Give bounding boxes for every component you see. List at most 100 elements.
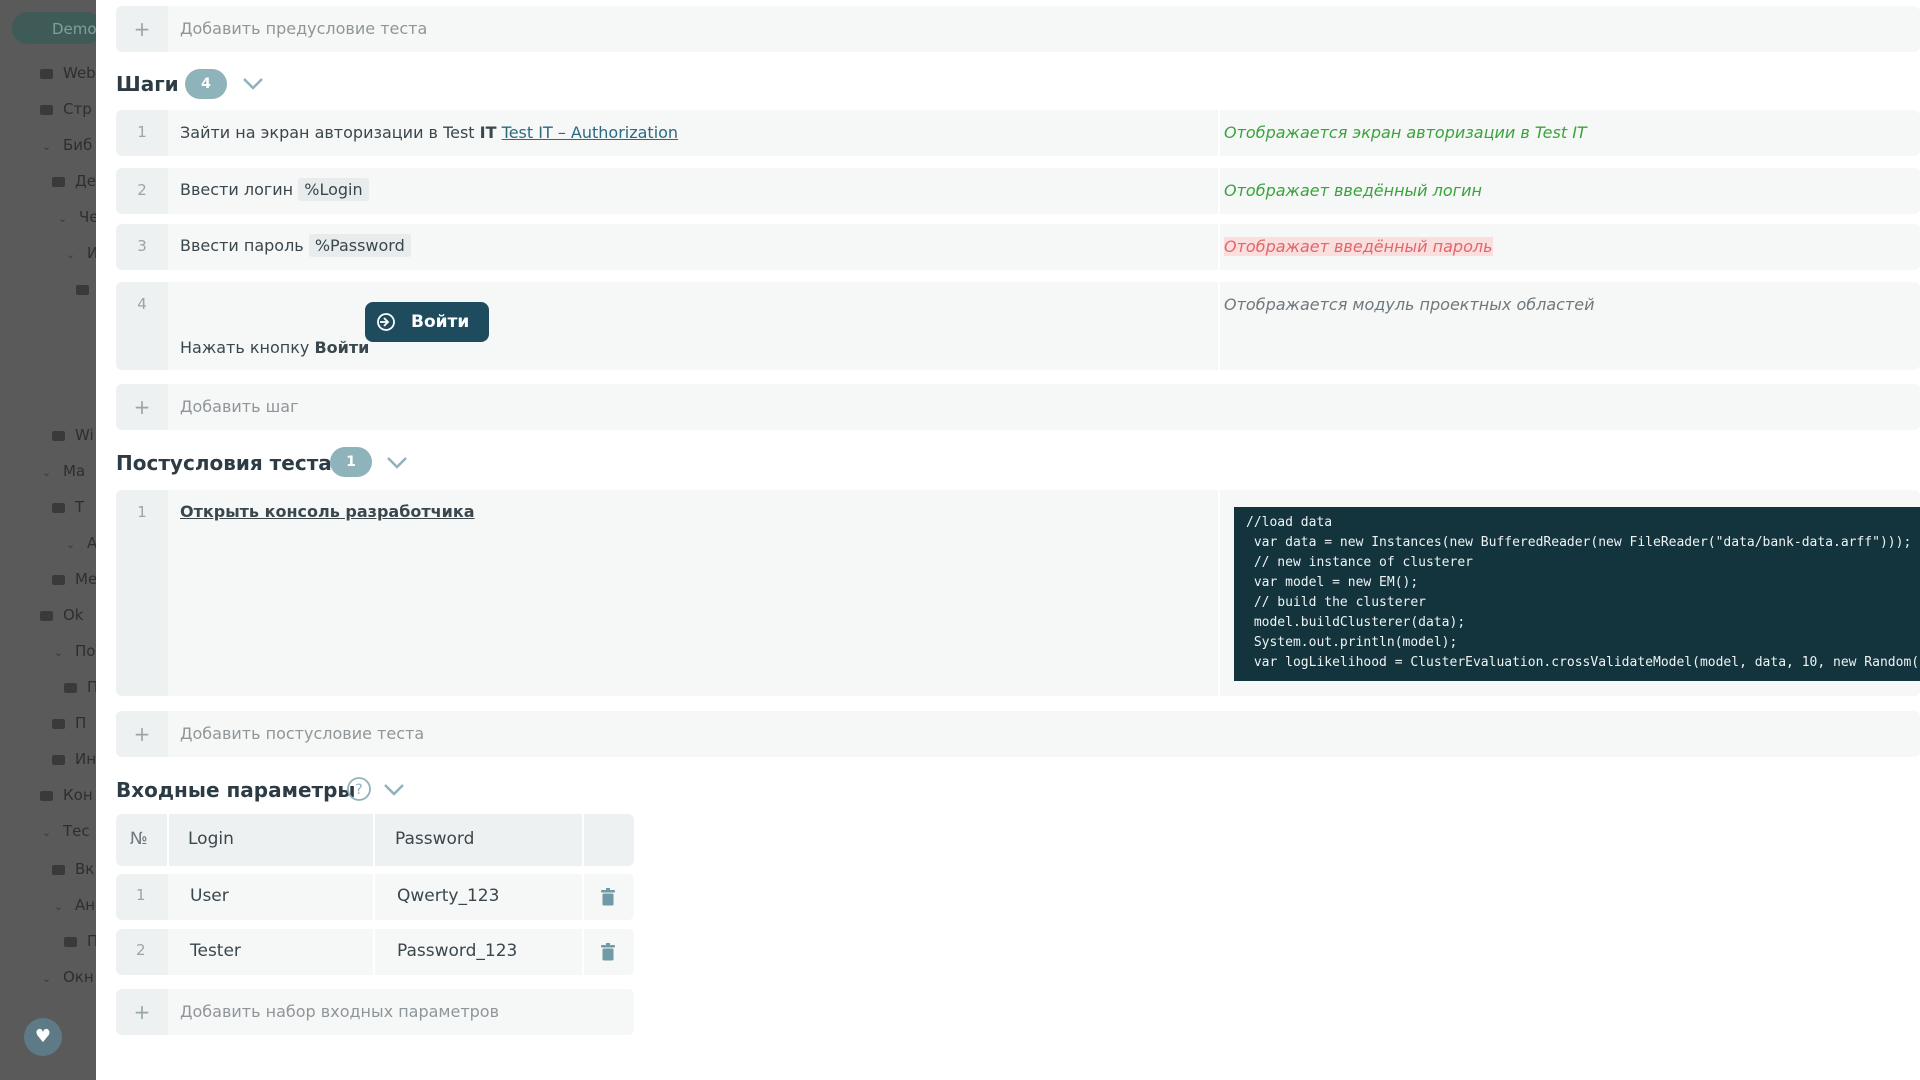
column-header-password: Password xyxy=(395,829,475,849)
sidebar-item-label: Ма xyxy=(63,462,86,480)
sidebar-item-label: Ме xyxy=(75,570,96,588)
step-row[interactable]: 3 Ввести пароль %Password Отображает вве… xyxy=(116,224,1920,270)
sidebar-tree-item[interactable]: ⌄ Ан xyxy=(52,896,95,914)
sidebar-tree-item[interactable]: Вк xyxy=(52,860,94,878)
add-step-label: Добавить шаг xyxy=(180,397,299,416)
step-number: 1 xyxy=(116,110,168,156)
sidebar-tree-item[interactable]: Кон xyxy=(40,786,93,804)
chevron-down-icon: ⌄ xyxy=(65,538,76,551)
sidebar-item-label: П xyxy=(87,932,96,950)
sidebar-item-label: Инт xyxy=(75,750,96,768)
step-expected-result: Отображает введённый логин xyxy=(1224,181,1482,200)
password-parameter: %Password xyxy=(308,234,411,257)
sidebar-item-label: Окн xyxy=(63,968,94,986)
sidebar-item-label: Адм xyxy=(87,534,96,552)
help-icon[interactable]: ? xyxy=(346,776,372,802)
code-snippet: //load data var data = new Instances(new… xyxy=(1234,507,1920,681)
authorization-link[interactable]: Test IT – Authorization xyxy=(502,123,678,142)
postconditions-count-badge: 1 xyxy=(330,447,372,477)
step-action: Ввести пароль %Password xyxy=(180,234,411,257)
login-value[interactable]: User xyxy=(190,886,229,906)
plus-icon: + xyxy=(116,6,168,52)
sidebar-project-label: Demo xyxy=(52,20,96,38)
sidebar-tree-item[interactable]: ⌄ По xyxy=(52,642,96,660)
add-precondition-row[interactable]: + Добавить предусловие теста xyxy=(116,6,1920,52)
input-params-title: Входные параметры xyxy=(116,778,356,802)
password-value[interactable]: Password_123 xyxy=(397,941,517,961)
sidebar-item-label: Кон xyxy=(63,786,93,804)
step-action: Нажать кнопку Войти xyxy=(180,338,370,357)
sidebar-item-label: П xyxy=(75,714,87,732)
sidebar-tree-item[interactable]: Т xyxy=(52,498,84,516)
step-row[interactable]: 1 Зайти на экран авторизации в Test IT T… xyxy=(116,110,1920,156)
sidebar-item-label: Тес xyxy=(63,822,90,840)
folder-icon xyxy=(64,682,77,693)
sidebar-tree-item[interactable]: Wi xyxy=(52,426,94,444)
sidebar-tree-item[interactable]: Инт xyxy=(52,750,96,768)
chevron-down-icon: ⌄ xyxy=(41,826,52,839)
folder-icon xyxy=(64,936,77,947)
steps-count-badge: 4 xyxy=(185,69,227,99)
chevron-down-icon[interactable] xyxy=(383,783,405,797)
folder-icon xyxy=(76,284,89,295)
folder-icon xyxy=(40,790,53,801)
sidebar-item-label: По xyxy=(75,642,96,660)
sidebar-tree-item[interactable]: ⌄ И xyxy=(64,244,96,262)
login-parameter: %Login xyxy=(298,178,369,201)
sidebar-tree-item[interactable]: Де xyxy=(52,172,96,190)
step-action: Ввести логин %Login xyxy=(180,178,369,201)
add-postcondition-row[interactable]: + Добавить постусловие теста xyxy=(116,711,1920,757)
sidebar-item-label: Стр xyxy=(63,100,92,118)
sidebar-tree-item[interactable]: ⌄ Биб xyxy=(40,136,92,154)
sidebar-tree-item[interactable]: Стр xyxy=(40,100,92,118)
sidebar-tree-item[interactable]: Ме xyxy=(52,570,96,588)
sidebar-tree-item[interactable]: П xyxy=(64,678,96,696)
trash-icon[interactable] xyxy=(600,943,616,961)
chevron-down-icon[interactable] xyxy=(242,77,264,91)
sidebar-tree-item[interactable]: П xyxy=(64,932,96,950)
trash-icon[interactable] xyxy=(600,888,616,906)
sidebar-tree-item[interactable]: Ok xyxy=(40,606,84,624)
postcondition-number: 1 xyxy=(116,490,168,696)
sidebar-tree-item[interactable]: ⌄ Окн xyxy=(40,968,94,986)
column-header-number: № xyxy=(130,829,148,849)
step-row[interactable]: 2 Ввести логин %Login Отображает введённ… xyxy=(116,168,1920,214)
step-action: Зайти на экран авторизации в Test IT Tes… xyxy=(180,123,679,142)
sidebar-project-selector[interactable]: Demo xyxy=(12,12,96,44)
row-number: 2 xyxy=(136,941,146,959)
add-step-row[interactable]: + Добавить шаг xyxy=(116,384,1920,430)
folder-icon xyxy=(52,718,65,729)
sidebar-tree-item[interactable]: П xyxy=(52,714,86,732)
test-case-content: + Добавить предусловие теста Шаги 4 1 За… xyxy=(96,0,1920,1080)
sidebar-item-label: Ан xyxy=(75,896,96,914)
step-expected-result: Отображается модуль проектных областей xyxy=(1224,295,1595,314)
plus-icon: + xyxy=(116,384,168,430)
folder-icon xyxy=(52,176,65,187)
folder-icon xyxy=(52,430,65,441)
sidebar-item-label: И xyxy=(87,244,96,262)
folder-icon xyxy=(40,610,53,621)
sidebar-item-label: Де xyxy=(75,172,96,190)
sidebar-tree-item[interactable]: ⌄ Адм xyxy=(64,534,96,552)
step-number: 4 xyxy=(116,282,168,370)
chevron-down-icon[interactable] xyxy=(386,456,408,470)
chevron-down-icon: ⌄ xyxy=(53,900,64,913)
sidebar-item-label: Че xyxy=(79,208,96,226)
sidebar-item-label: Wi xyxy=(75,426,94,444)
sidebar-tree-item[interactable]: ⌄ Ма xyxy=(40,462,85,480)
sidebar-tree-item[interactable]: Fo xyxy=(76,280,96,298)
sidebar-tree-item[interactable]: ⌄ Тес xyxy=(40,822,90,840)
add-params-label: Добавить набор входных параметров xyxy=(180,1002,500,1021)
login-icon xyxy=(377,313,395,331)
sidebar-item-label: Ok xyxy=(63,606,84,624)
step-expected-result: Отображается экран авторизации в Test IT xyxy=(1224,123,1587,142)
password-value[interactable]: Qwerty_123 xyxy=(397,886,499,906)
favorite-heart-icon[interactable]: ♥ xyxy=(24,1018,62,1056)
sidebar-tree-item[interactable]: ⌄ Че xyxy=(56,208,96,226)
sidebar-tree-item[interactable]: Web xyxy=(40,64,96,82)
steps-title: Шаги xyxy=(116,72,179,96)
login-value[interactable]: Tester xyxy=(190,941,241,961)
postconditions-title: Постусловия теста xyxy=(116,451,332,475)
folder-icon xyxy=(52,574,65,585)
plus-icon: + xyxy=(116,711,168,757)
